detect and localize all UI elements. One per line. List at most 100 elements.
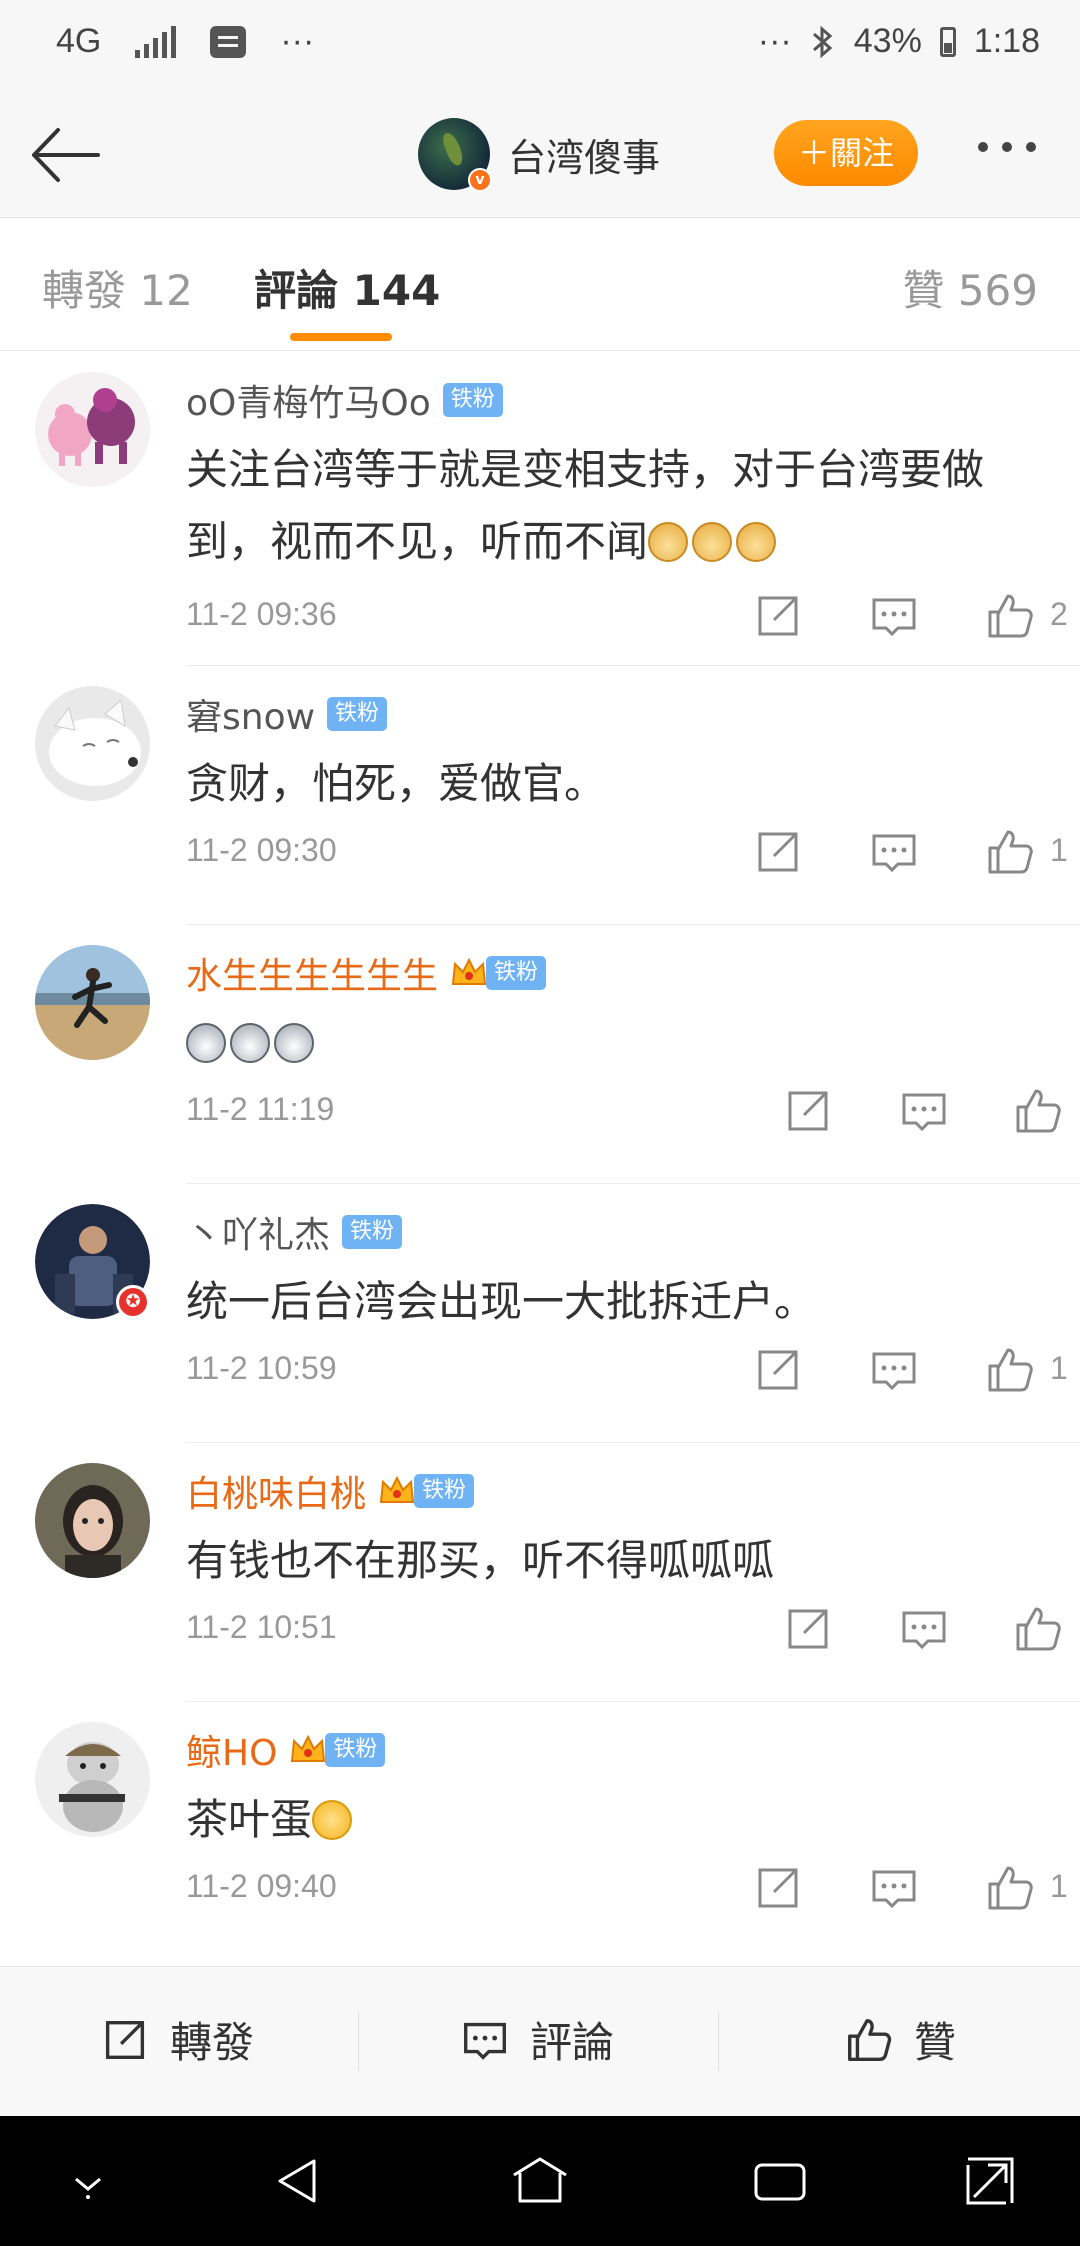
repost-button[interactable]: 轉發 — [98, 2009, 254, 2070]
like-count: 1 — [1050, 1868, 1068, 1904]
comment-icon — [464, 2022, 506, 2060]
doge-emoji-icon — [648, 522, 689, 562]
tab-reposts[interactable]: 轉發 12 — [42, 257, 193, 318]
comment-body: 贪财，怕死，爱做官。 — [186, 759, 607, 808]
doge-emoji-icon — [692, 522, 733, 562]
comment-username[interactable]: 白桃味白桃 — [186, 1465, 366, 1517]
repost-icon[interactable] — [780, 1601, 836, 1657]
clock: 1:18 — [973, 22, 1040, 60]
signal-icon — [135, 25, 177, 58]
battery-percent: 43% — [853, 22, 922, 60]
message-notification-icon — [210, 25, 247, 58]
comment-actions: 1 — [720, 1860, 1080, 1916]
tab-comments[interactable]: 評論 144 — [254, 257, 440, 318]
avatar[interactable] — [35, 372, 150, 487]
comment-actions — [720, 1601, 1080, 1657]
bluetooth-icon — [812, 25, 833, 58]
comment-icon[interactable] — [866, 1342, 922, 1398]
comment-actions: 2 — [720, 588, 1080, 644]
comment-username[interactable]: 窘snow — [186, 688, 315, 740]
comment-item: 水生生生生生生 铁粉 11-2 11:19 — [0, 925, 1080, 1184]
comment-icon[interactable] — [866, 588, 922, 644]
husky-emoji-icon — [230, 1023, 270, 1063]
like-button[interactable]: 贊 — [842, 2009, 956, 2070]
comment-timestamp: 11-2 09:40 — [186, 1868, 337, 1904]
comment-timestamp: 11-2 09:36 — [186, 596, 337, 632]
avatar[interactable] — [35, 686, 150, 801]
nav-back-icon[interactable] — [270, 2151, 330, 2211]
follow-button[interactable]: ＋關注 — [774, 120, 918, 186]
comment-icon[interactable] — [866, 824, 922, 880]
more-options-icon[interactable] — [978, 142, 1036, 152]
comment-button[interactable]: 評論 — [458, 2009, 614, 2070]
fan-badge: 铁粉 — [342, 1215, 403, 1249]
comment-username[interactable]: oO青梅竹马Oo — [186, 374, 431, 426]
like-icon[interactable] — [982, 824, 1038, 880]
vip-crown-icon — [291, 1734, 326, 1762]
repost-icon[interactable] — [750, 588, 806, 644]
active-tab-indicator — [290, 333, 392, 341]
comment-actions: 1 — [720, 824, 1080, 880]
comment-username[interactable]: 水生生生生生生 — [186, 947, 438, 999]
comment-item: ✪ 丶吖礼杰 铁粉 统一后台湾会出现一大批拆迁户。 11-2 10:59 1 — [0, 1184, 1080, 1443]
comment-body: 茶叶蛋 — [186, 1795, 313, 1844]
repost-icon[interactable] — [780, 1083, 836, 1139]
account-avatar[interactable]: v — [418, 118, 492, 192]
comment-actions — [720, 1083, 1080, 1139]
like-count: 1 — [1050, 832, 1068, 868]
comment-item: oO青梅竹马Oo 铁粉 关注台湾等于就是变相支持，对于台湾要做到，视而不见，听而… — [0, 352, 1080, 666]
like-icon[interactable] — [1010, 1083, 1066, 1139]
comment-timestamp: 11-2 11:19 — [186, 1091, 335, 1127]
tab-likes[interactable]: 贊 569 — [902, 257, 1038, 318]
repost-icon[interactable] — [750, 1342, 806, 1398]
nav-home-icon[interactable] — [510, 2151, 570, 2211]
like-icon[interactable] — [982, 1342, 1038, 1398]
comment-username[interactable]: 丶吖礼杰 — [186, 1206, 330, 1258]
fan-badge: 铁粉 — [442, 383, 503, 417]
comment-timestamp: 11-2 10:51 — [186, 1609, 337, 1645]
avatar[interactable]: ✪ — [35, 1204, 150, 1319]
top-app-bar: v 台湾傻事 ＋關注 — [0, 92, 1080, 218]
comment-item: 窘snow 铁粉 贪财，怕死，爱做官。 11-2 09:30 1 — [0, 666, 1080, 925]
comment-actions: 1 — [720, 1342, 1080, 1398]
network-indicator: 4G — [56, 22, 102, 60]
husky-emoji-icon — [274, 1023, 314, 1063]
more-status: ··· — [757, 22, 792, 60]
verified-badge-icon: v — [468, 168, 492, 192]
fan-badge: 铁粉 — [327, 697, 388, 731]
doge-emoji-icon — [736, 522, 777, 562]
hide-keyboard-icon[interactable] — [58, 2151, 118, 2211]
fan-badge: 铁粉 — [486, 956, 547, 990]
like-icon[interactable] — [982, 1860, 1038, 1916]
vip-crown-icon — [379, 1475, 415, 1503]
repost-icon[interactable] — [750, 824, 806, 880]
fan-badge: 铁粉 — [414, 1474, 475, 1508]
avatar[interactable] — [35, 945, 150, 1060]
repost-icon[interactable] — [750, 1860, 806, 1916]
nav-expand-icon[interactable] — [960, 2151, 1020, 2211]
like-icon[interactable] — [982, 588, 1038, 644]
comment-list: oO青梅竹马Oo 铁粉 关注台湾等于就是变相支持，对于台湾要做到，视而不见，听而… — [0, 352, 1080, 1961]
comment-icon[interactable] — [866, 1860, 922, 1916]
bottom-action-bar: 轉發 評論 贊 — [0, 1966, 1080, 2116]
comment-text: 有钱也不在那买，听不得呱呱呱 — [186, 1525, 1046, 1597]
laughing-tears-emoji-icon — [312, 1800, 353, 1840]
like-label: 贊 — [914, 2018, 957, 2067]
avatar[interactable] — [35, 1722, 150, 1837]
comment-text: 贪财，怕死，爱做官。 — [186, 748, 1046, 820]
nav-recents-icon[interactable] — [750, 2151, 810, 2211]
comment-username[interactable]: 鲸HO — [186, 1724, 277, 1776]
account-profile[interactable]: v 台湾傻事 — [418, 118, 660, 192]
comment-timestamp: 11-2 09:30 — [186, 832, 337, 868]
comment-icon[interactable] — [896, 1601, 952, 1657]
back-arrow-icon[interactable] — [26, 120, 106, 190]
comment-icon[interactable] — [896, 1083, 952, 1139]
member-badge-icon: ✪ — [116, 1285, 150, 1319]
avatar[interactable] — [35, 1463, 150, 1578]
comment-body: 统一后台湾会出现一大批拆迁户。 — [186, 1277, 817, 1326]
comment-item: 白桃味白桃 铁粉 有钱也不在那买，听不得呱呱呱 11-2 10:51 — [0, 1443, 1080, 1702]
comment-text: 统一后台湾会出现一大批拆迁户。 — [186, 1266, 1046, 1338]
repost-icon — [105, 2020, 145, 2059]
like-icon[interactable] — [1010, 1601, 1066, 1657]
comment-timestamp: 11-2 10:59 — [186, 1350, 337, 1386]
